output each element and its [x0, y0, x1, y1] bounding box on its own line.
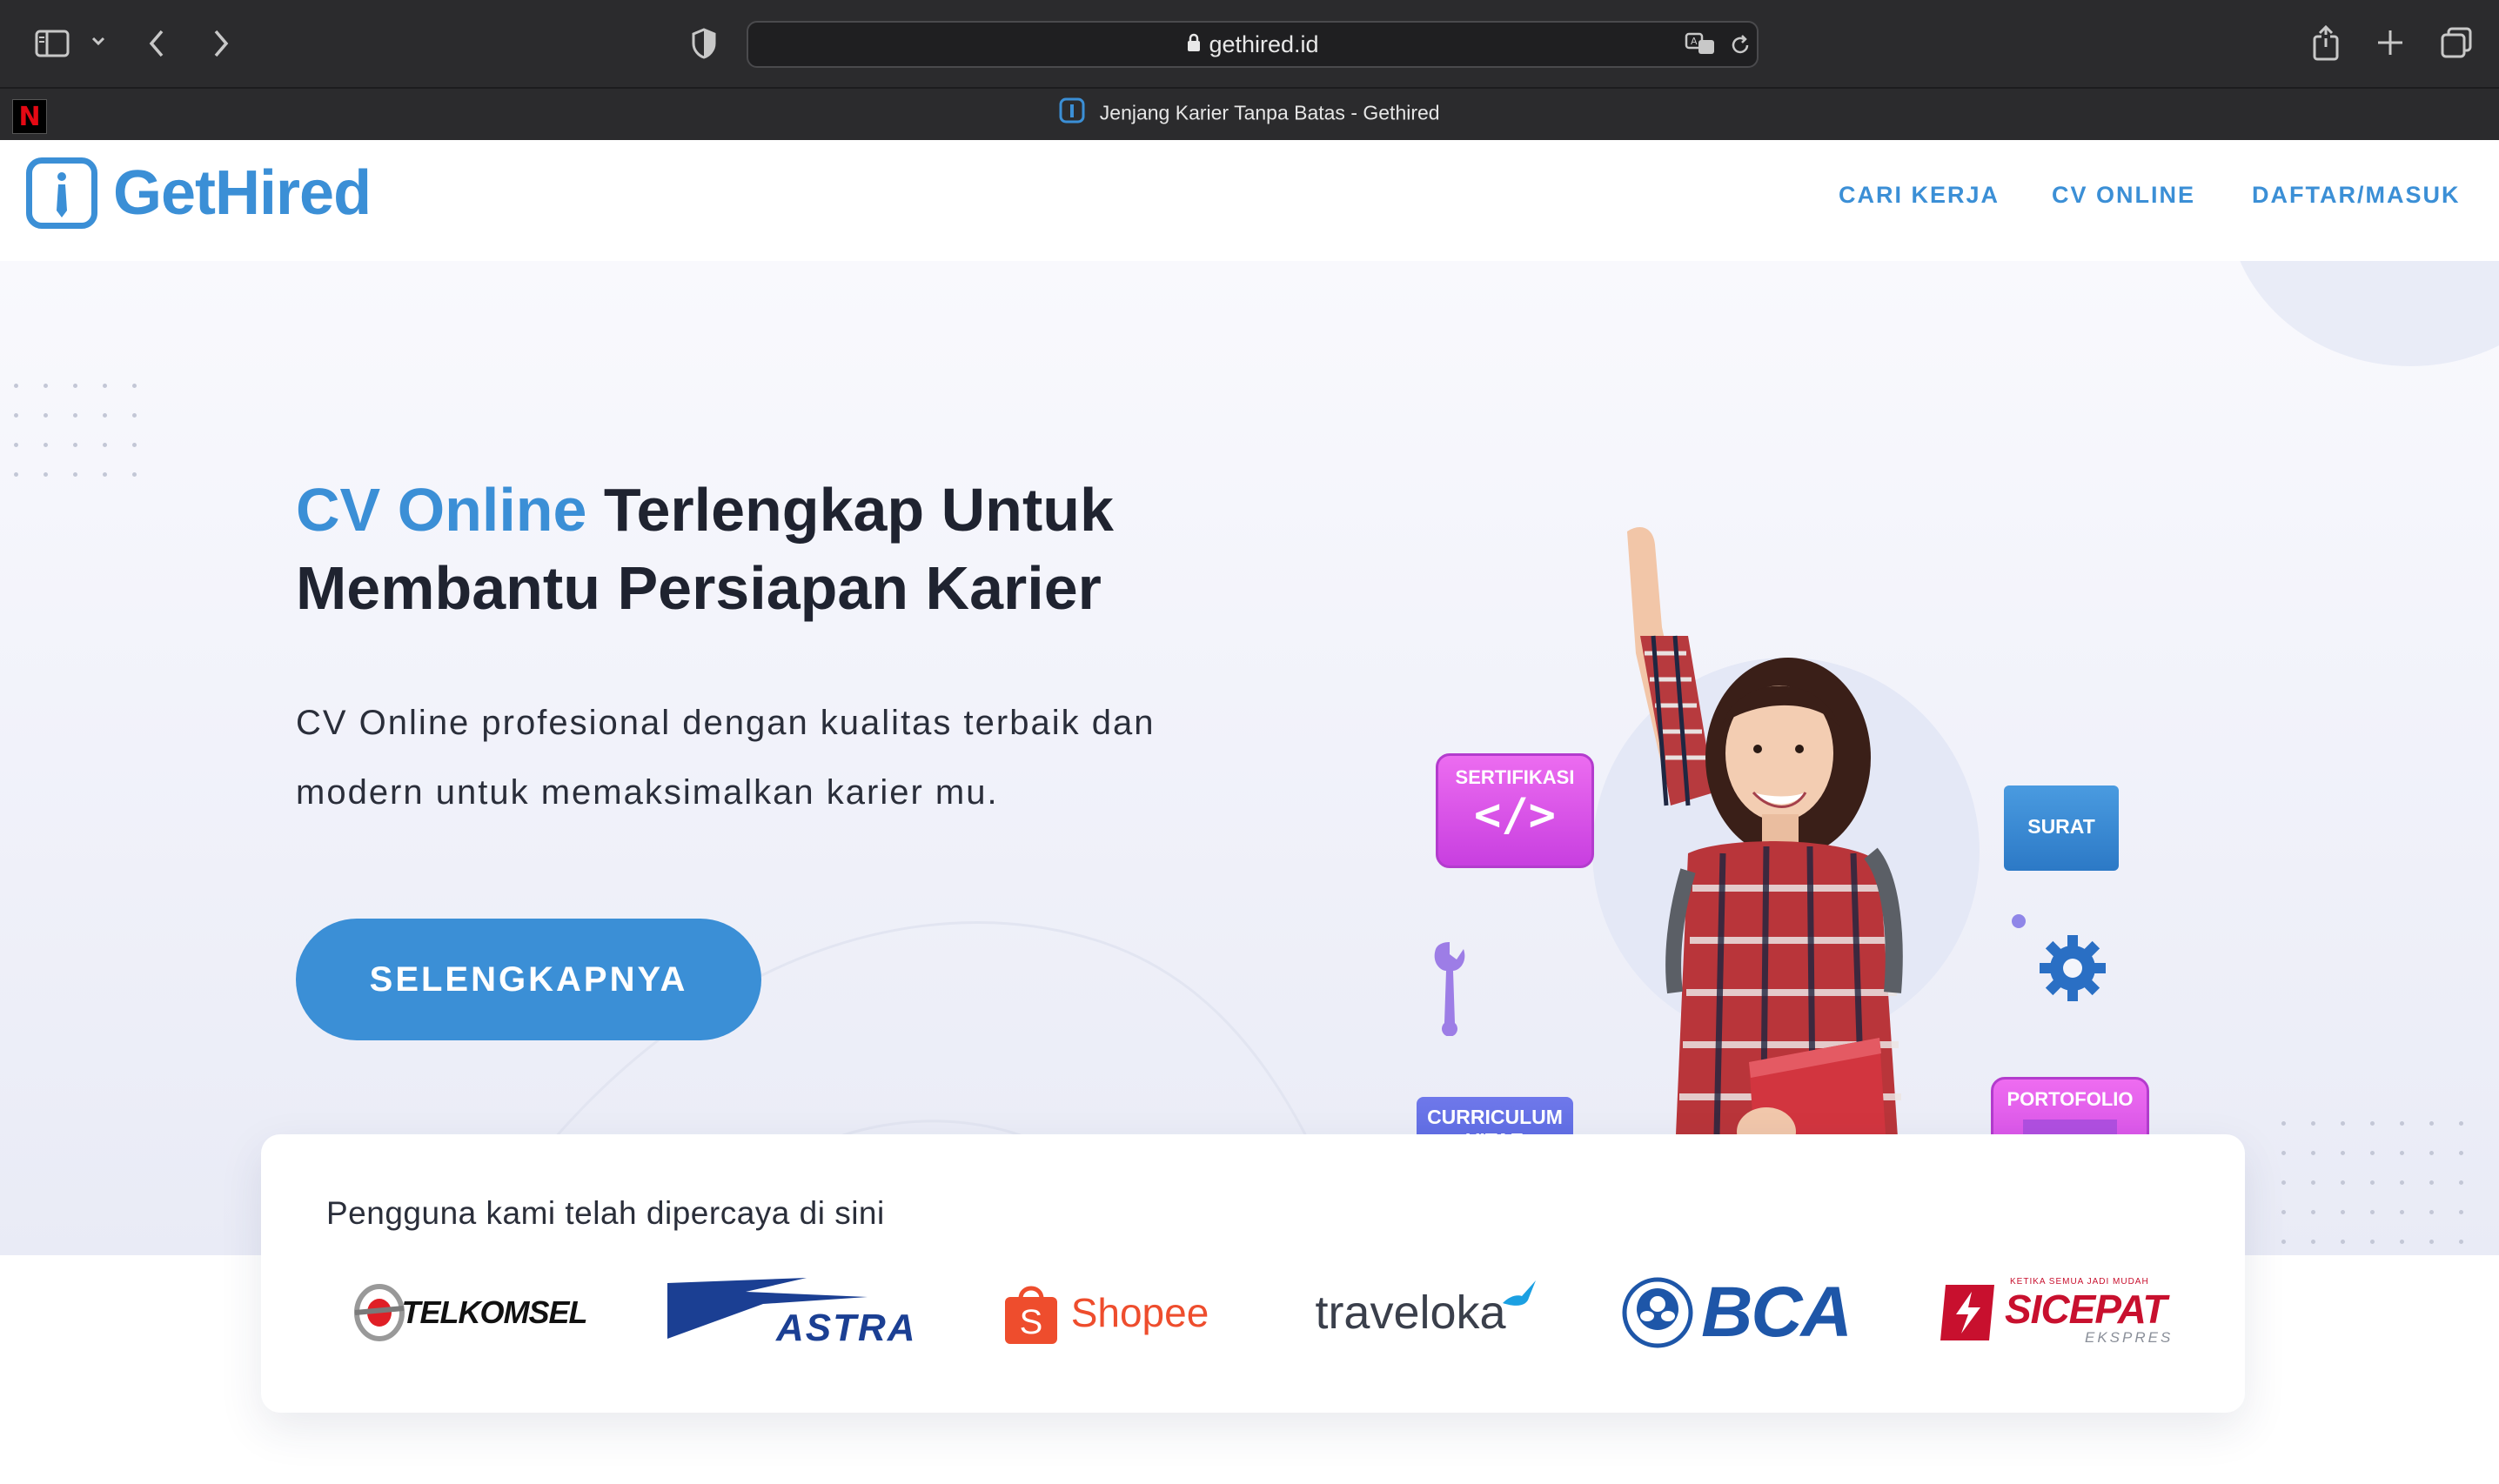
brand-logo-shopee: S Shopee [983, 1265, 1227, 1360]
tie-icon [57, 172, 67, 217]
hero-headline: CV Online Terlengkap Untuk Membantu Pers… [296, 471, 1253, 627]
decorative-dot-grid [14, 384, 162, 502]
decorative-dot-grid [2281, 1121, 2489, 1269]
chevron-down-icon[interactable] [90, 35, 106, 51]
tab-title: Jenjang Karier Tanpa Batas - Gethired [1099, 101, 1440, 124]
headline-accent: CV Online [296, 476, 587, 544]
bca-emblem-icon [1622, 1277, 1693, 1348]
bca-wordmark: BCA [1701, 1273, 1852, 1352]
web-page: CV Online Terlengkap Untuk Membantu Pers… [0, 140, 2499, 1484]
sicepat-wordmark: SICEPAT [2005, 1287, 2167, 1332]
nav-cv-online[interactable]: CV ONLINE [2052, 182, 2195, 209]
address-bar[interactable]: gethired.id A [747, 21, 1759, 68]
headline-line1: Terlengkap Untuk [586, 476, 1114, 544]
surat-label: SURAT [2027, 815, 2095, 838]
hero-description-line1: CV Online profesional dengan kualitas te… [296, 704, 1156, 742]
brand-logo-telkomsel: TELKOMSEL [348, 1265, 592, 1360]
hero-description: CV Online profesional dengan kualitas te… [296, 688, 1209, 827]
address-bar-content: gethired.id [748, 23, 1757, 66]
privacy-shield-icon[interactable] [691, 28, 717, 64]
trusted-by-card: Pengguna kami telah dipercaya di sini TE… [261, 1134, 2245, 1413]
astra-wordmark: ASTRA [776, 1307, 917, 1349]
hero-description-line2: modern untuk memaksimalkan karier mu. [296, 773, 999, 812]
code-brackets-icon: </> [1474, 789, 1556, 841]
svg-text:A: A [1691, 36, 1698, 47]
url-text: gethired.id [1209, 30, 1319, 57]
decorative-dot [2012, 914, 2026, 928]
translate-icon[interactable]: A [1685, 31, 1718, 62]
brand-logo-astra: ASTRA [666, 1265, 915, 1360]
svg-text:S: S [1019, 1303, 1042, 1341]
brand-logo-traveloka: traveloka [1296, 1265, 1558, 1360]
active-tab[interactable]: Jenjang Karier Tanpa Batas - Gethired [0, 97, 2499, 129]
back-arrow-icon[interactable] [146, 28, 169, 64]
nav-cari-kerja[interactable]: CARI KERJA [1839, 182, 2000, 209]
site-logo-text[interactable]: GetHired [113, 157, 372, 229]
sicepat-emblem-icon [1940, 1285, 1994, 1340]
cv-label-line1: CURRICULUM [1427, 1106, 1563, 1128]
shopee-wordmark: Shopee [1070, 1290, 1209, 1335]
brand-logo-bca: BCA [1614, 1265, 1858, 1360]
hero-section: CV Online Terlengkap Untuk Membantu Pers… [0, 140, 2499, 1271]
wrench-icon [1434, 942, 1465, 1036]
sertifikasi-card: SERTIFIKASI </> [1436, 753, 1594, 868]
portofolio-label: PORTOFOLIO [2007, 1088, 2134, 1110]
nav-daftar-masuk[interactable]: DAFTAR/MASUK [2252, 182, 2460, 209]
gear-icon [2040, 935, 2106, 1001]
share-icon[interactable] [2311, 24, 2341, 65]
reload-icon[interactable] [1728, 33, 1752, 62]
forward-arrow-icon[interactable] [209, 28, 231, 64]
selengkapnya-button[interactable]: SELENGKAPNYA [296, 919, 761, 1040]
telkomsel-emblem-icon [353, 1284, 405, 1341]
brand-logo-sicepat: KETIKA SEMUA JADI MUDAH SICEPAT EKSPRES [1927, 1265, 2188, 1360]
sertifikasi-label: SERTIFIKASI [1455, 766, 1575, 788]
new-tab-icon[interactable] [2375, 28, 2405, 62]
tabbar-divider [0, 87, 2499, 89]
browser-chrome: gethired.id A N Jenjang Karier Tanpa Bat… [0, 0, 2499, 140]
lock-icon [1186, 31, 1202, 58]
shopee-bag-icon: S [1004, 1286, 1057, 1344]
telkomsel-wordmark: TELKOMSEL [401, 1294, 588, 1330]
tab-favicon-icon [1059, 97, 1085, 129]
tab-overview-icon[interactable] [2440, 26, 2473, 64]
headline-line2: Membantu Persiapan Karier [296, 554, 1102, 622]
trusted-by-title: Pengguna kami telah dipercaya di sini [326, 1195, 885, 1231]
traveloka-bird-icon [1502, 1280, 1536, 1306]
traveloka-wordmark: traveloka [1315, 1287, 1506, 1339]
sicepat-ekspres: EKSPRES [2085, 1329, 2174, 1346]
site-navbar: GetHired CARI KERJA CV ONLINE DAFTAR/MAS… [0, 140, 2499, 261]
surat-card: SURAT [2004, 785, 2119, 871]
sidebar-toggle-icon[interactable] [35, 30, 70, 62]
